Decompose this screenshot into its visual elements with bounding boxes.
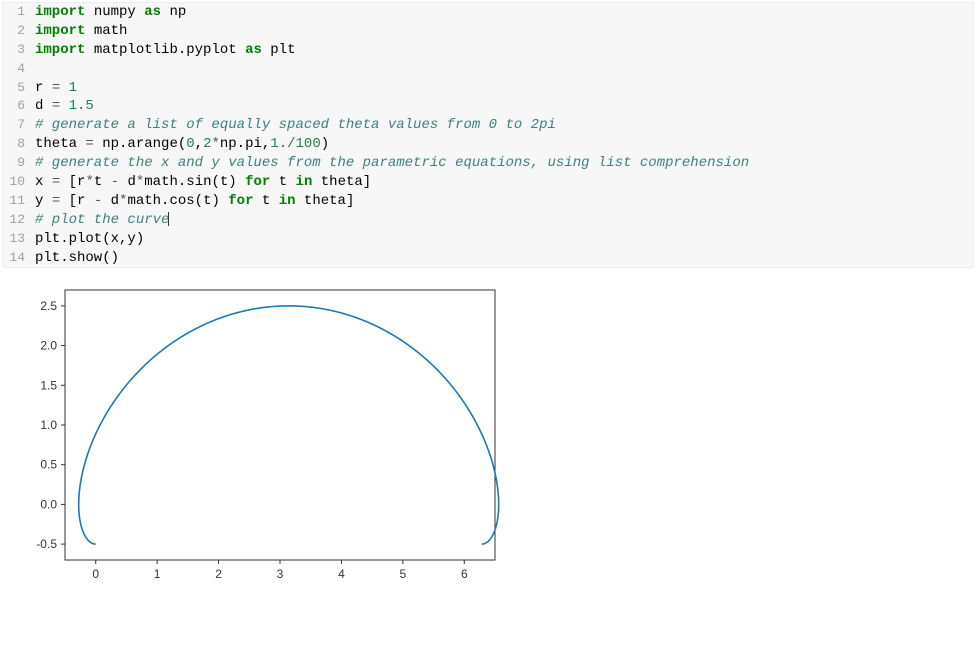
x-tick-label: 4 bbox=[338, 567, 345, 581]
code-line: 6d = 1.5 bbox=[3, 97, 973, 116]
line-number: 7 bbox=[3, 116, 35, 135]
x-tick-label: 5 bbox=[400, 567, 407, 581]
code-source[interactable]: import numpy as np bbox=[35, 3, 973, 22]
code-source[interactable]: x = [r*t - d*math.sin(t) for t in theta] bbox=[35, 173, 973, 192]
line-chart-svg: 0 1 2 3 4 5 6 -0.5 0.0 0.5 1.0 1.5 2.0 2.5 bbox=[10, 280, 510, 590]
line-number: 12 bbox=[3, 211, 35, 230]
code-source[interactable]: plt.show() bbox=[35, 249, 973, 268]
code-line: 8theta = np.arange(0,2*np.pi,1./100) bbox=[3, 135, 973, 154]
y-tick-label: 0.5 bbox=[40, 458, 57, 472]
line-number: 4 bbox=[3, 60, 35, 79]
line-number: 2 bbox=[3, 22, 35, 41]
code-line: 3import matplotlib.pyplot as plt bbox=[3, 41, 973, 60]
code-line: 7# generate a list of equally spaced the… bbox=[3, 116, 973, 135]
code-line: 12# plot the curve bbox=[3, 211, 973, 230]
code-source[interactable]: plt.plot(x,y) bbox=[35, 230, 973, 249]
line-number: 8 bbox=[3, 135, 35, 154]
line-number: 1 bbox=[3, 3, 35, 22]
line-number: 3 bbox=[3, 41, 35, 60]
x-tick-label: 0 bbox=[92, 567, 99, 581]
x-tick-label: 2 bbox=[215, 567, 222, 581]
y-tick-label: 2.0 bbox=[40, 339, 57, 353]
line-number: 5 bbox=[3, 79, 35, 98]
line-number: 13 bbox=[3, 230, 35, 249]
y-tick-label: 0.0 bbox=[40, 498, 57, 512]
x-tick-label: 6 bbox=[461, 567, 468, 581]
code-line: 13plt.plot(x,y) bbox=[3, 230, 973, 249]
y-tick-label: -0.5 bbox=[36, 538, 57, 552]
code-line: 1import numpy as np bbox=[3, 3, 973, 22]
code-source[interactable]: # plot the curve bbox=[35, 211, 973, 230]
text-cursor bbox=[168, 212, 169, 226]
code-source[interactable]: import matplotlib.pyplot as plt bbox=[35, 41, 973, 60]
code-source[interactable]: # generate the x and y values from the p… bbox=[35, 154, 973, 173]
code-editor-block: 1import numpy as np2import math3import m… bbox=[2, 2, 974, 268]
line-number: 14 bbox=[3, 249, 35, 268]
y-tick-label: 1.0 bbox=[40, 418, 57, 432]
code-line: 5r = 1 bbox=[3, 79, 973, 98]
code-line: 14plt.show() bbox=[3, 249, 973, 268]
code-line: 4 bbox=[3, 60, 973, 79]
y-tick-label: 1.5 bbox=[40, 379, 57, 393]
code-line: 10x = [r*t - d*math.sin(t) for t in thet… bbox=[3, 173, 973, 192]
code-source[interactable]: theta = np.arange(0,2*np.pi,1./100) bbox=[35, 135, 973, 154]
code-source[interactable]: # generate a list of equally spaced thet… bbox=[35, 116, 973, 135]
code-source[interactable]: d = 1.5 bbox=[35, 97, 973, 116]
code-source[interactable]: r = 1 bbox=[35, 79, 973, 98]
code-source[interactable]: y = [r - d*math.cos(t) for t in theta] bbox=[35, 192, 973, 211]
line-number: 9 bbox=[3, 154, 35, 173]
code-line: 9# generate the x and y values from the … bbox=[3, 154, 973, 173]
line-number: 10 bbox=[3, 173, 35, 192]
code-source[interactable] bbox=[35, 60, 973, 79]
line-number: 6 bbox=[3, 97, 35, 116]
matplotlib-output: 0 1 2 3 4 5 6 -0.5 0.0 0.5 1.0 1.5 2.0 2.5 bbox=[10, 280, 510, 590]
axes-frame bbox=[65, 290, 495, 560]
x-tick-label: 3 bbox=[277, 567, 284, 581]
line-number: 11 bbox=[3, 192, 35, 211]
code-source[interactable]: import math bbox=[35, 22, 973, 41]
code-line: 2import math bbox=[3, 22, 973, 41]
x-tick-label: 1 bbox=[154, 567, 161, 581]
curve-line bbox=[79, 306, 499, 544]
code-line: 11y = [r - d*math.cos(t) for t in theta] bbox=[3, 192, 973, 211]
y-tick-label: 2.5 bbox=[40, 299, 57, 313]
